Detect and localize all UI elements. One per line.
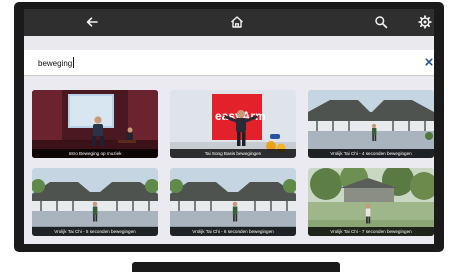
video-card[interactable]: Intro Beweging op muziek (32, 90, 158, 158)
video-card[interactable]: Vrolijk Tai Chi - 5 seconden bewegingen (32, 168, 158, 236)
search-bar (24, 50, 434, 76)
search-button[interactable] (373, 14, 389, 30)
video-thumbnail: easyArm (170, 90, 296, 158)
back-button[interactable] (84, 14, 100, 30)
text-cursor (73, 57, 74, 68)
results-grid: Intro Beweging op muziek easyArm (24, 76, 434, 244)
arrow-left-icon (86, 17, 98, 27)
video-title: Vrolijk Tai Chi - 5 seconden bewegingen (32, 227, 158, 236)
home-button[interactable] (229, 14, 245, 30)
video-card[interactable]: easyArm Tai Song Basis bewegingen (170, 90, 296, 158)
video-title: Vrolijk Tai Chi - 7 seconden bewegingen (308, 227, 434, 236)
video-thumbnail (308, 168, 434, 236)
video-thumbnail (170, 168, 296, 236)
tv-stand (132, 262, 340, 272)
gear-icon (418, 15, 432, 29)
search-icon (375, 16, 388, 29)
close-icon (425, 58, 433, 66)
video-title: Intro Beweging op muziek (32, 149, 158, 158)
video-thumbnail (308, 90, 434, 158)
video-card[interactable]: Vrolijk Tai Chi - 7 seconden bewegingen (308, 168, 434, 236)
home-icon (231, 16, 243, 28)
search-input[interactable] (38, 55, 378, 71)
video-card[interactable]: Vrolijk Tai Chi - 4 seconden bewegingen (308, 90, 434, 158)
video-thumbnail (32, 168, 158, 236)
video-thumbnail (32, 90, 158, 158)
video-title: Tai Song Basis bewegingen (170, 149, 296, 158)
top-nav-bar (24, 9, 434, 36)
settings-button[interactable] (417, 14, 433, 30)
app-screen: Intro Beweging op muziek easyArm (24, 9, 434, 244)
video-title: Vrolijk Tai Chi - 4 seconden bewegingen (308, 149, 434, 158)
header-spacer (24, 36, 434, 50)
video-title: Vrolijk Tai Chi - 6 seconden bewegingen (170, 227, 296, 236)
tv-frame: Intro Beweging op muziek easyArm (14, 2, 444, 252)
clear-search-button[interactable] (423, 56, 434, 68)
video-card[interactable]: Vrolijk Tai Chi - 6 seconden bewegingen (170, 168, 296, 236)
